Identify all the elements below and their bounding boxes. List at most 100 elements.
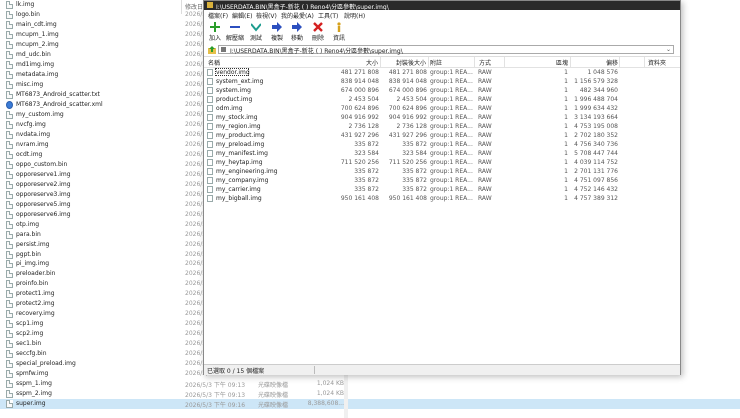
column-divider[interactable] [428,57,429,67]
archive-row[interactable]: my_bigball.img 950 161 408 950 161 408 grou… [204,194,680,203]
col-offset[interactable]: 偏移 [606,58,618,67]
test-button[interactable]: 測試 [249,22,263,42]
file-name: opporeserve6.img [16,210,71,218]
col-method[interactable]: 方式 [479,58,491,67]
explorer-file-row[interactable]: sspm_1.img 2026/5/3 下午 09:13 光碟映像檔 1,024 KB [0,379,740,389]
entry-name: my_preload.img [216,141,265,148]
entry-size: 335 872 [354,177,379,184]
file-icon [6,140,13,149]
entry-size: 481 271 808 [340,69,379,76]
file-name: md1img.img [16,60,55,68]
entry-method: RAW [478,168,492,175]
entry-method: RAW [478,87,492,94]
archive-row[interactable]: my_manifest.img 323 584 323 584 group:1 REA… [204,149,680,158]
col-size[interactable]: 大小 [366,58,378,67]
entry-comment: group:1 REA... [430,87,473,94]
file-icon [6,350,13,359]
delete-button[interactable]: 刪除 [311,22,325,42]
col-comment[interactable]: 附註 [430,58,442,67]
archive-row[interactable]: system_ext.img 838 914 048 838 914 048 grou… [204,77,680,86]
file-icon [6,130,13,139]
entry-size: 335 872 [354,186,379,193]
archive-row[interactable]: my_preload.img 335 872 335 872 group:1 REA.… [204,140,680,149]
add-button[interactable]: 加入 [208,22,222,42]
move-button[interactable]: 移動 [290,22,304,42]
move-button-label: 移動 [290,35,303,42]
file-icon [6,200,13,209]
archive-row[interactable]: my_region.img 2 736 128 2 736 128 group:1 R… [204,122,680,131]
file-name: nvdata.img [16,130,51,138]
file-date: 2026/5/3 下午 09:13 [185,392,246,400]
title-bar[interactable]: I:\USERDATA.BIN\黑盒子-新花 ( ) Reno4\分區參數\su… [204,1,680,11]
file-icon [207,87,213,94]
entry-packed-size: 674 000 896 [388,87,427,94]
menu-tools[interactable]: 工具(T) [318,11,338,20]
file-icon [207,69,213,76]
menu-view[interactable]: 檢視(V) [256,11,277,20]
entry-offset: 4 752 146 432 [574,186,618,193]
entry-comment: group:1 REA... [430,114,473,121]
col-block[interactable]: 區塊 [556,58,568,67]
archive-row[interactable]: my_carrier.img 335 872 335 872 group:1 REA.… [204,185,680,194]
entry-packed-size: 335 872 [402,141,427,148]
entry-name: my_bigball.img [216,195,262,202]
file-size: 1,024 KB [316,390,344,398]
file-icon [6,150,13,159]
col-name[interactable]: 名稱 [208,58,220,67]
path-input[interactable]: I:\USERDATA.BIN\黑盒子-新花 ( ) Reno4\分區參數\su… [218,45,674,55]
archive-row[interactable]: my_heytap.img 711 520 256 711 520 256 group… [204,158,680,167]
file-icon [6,400,13,409]
col-folder[interactable]: 資料夾 [648,58,666,67]
entry-method: RAW [478,114,492,121]
column-divider[interactable] [474,57,475,67]
entry-method: RAW [478,150,492,157]
archive-row[interactable]: my_company.img 335 872 335 872 group:1 REA.… [204,176,680,185]
file-icon [6,170,13,179]
double-arrow-icon [272,22,282,32]
file-name: opporeserve5.img [16,200,71,208]
entry-block: 1 [564,177,568,184]
entry-method: RAW [478,159,492,166]
explorer-file-row[interactable]: sspm_2.img 2026/5/3 下午 09:13 光碟映像檔 1,024 KB [0,389,740,399]
explorer-file-row[interactable]: super.img 2026/5/3 下午 09:16 光碟映像檔 8,388,608… [0,399,740,410]
extract-button[interactable]: 解壓縮 [226,22,244,42]
menu-edit[interactable]: 編輯(E) [232,11,252,20]
entry-offset: 1 996 488 704 [574,96,618,103]
file-name: oppo_custom.bin [16,160,68,168]
file-icon [6,1,13,9]
file-icon [207,105,213,112]
delete-button-label: 刪除 [311,35,324,42]
column-divider[interactable] [619,57,620,67]
file-name: spmfw.img [16,370,49,378]
address-bar: I:\USERDATA.BIN\黑盒子-新花 ( ) Reno4\分區參數\su… [204,44,680,57]
menu-favorites[interactable]: 我的最愛(A) [281,11,314,20]
chevron-down-icon[interactable]: ⌄ [666,46,671,53]
col-packed[interactable]: 封裝後大小 [396,58,426,67]
archive-row[interactable]: my_engineering.img 335 872 335 872 group:1 … [204,167,680,176]
info-button[interactable]: 資訊 [332,22,346,42]
column-divider[interactable] [504,57,505,67]
menu-file[interactable]: 檔案(F) [208,11,228,20]
file-name: seccfg.bin [16,350,47,358]
column-divider[interactable] [380,57,381,67]
file-icon [6,100,13,109]
file-name: opporeserve2.img [16,180,71,188]
file-icon [6,20,13,29]
up-folder-icon[interactable] [208,46,216,54]
archive-row[interactable]: odm.img 700 624 896 700 624 896 group:1 REA… [204,104,680,113]
menu-help[interactable]: 說明(H) [344,11,365,20]
entry-comment: group:1 REA... [430,78,473,85]
entry-offset: 4 757 389 312 [574,195,618,202]
column-divider[interactable] [644,57,645,67]
archive-row[interactable]: product.img 2 453 504 2 453 504 group:1 REA… [204,95,680,104]
file-icon [6,180,13,189]
copy-button[interactable]: 複製 [270,22,284,42]
entry-comment: group:1 REA... [430,141,473,148]
file-icon [6,10,13,19]
archive-row[interactable]: my_product.img 431 927 296 431 927 296 grou… [204,131,680,140]
file-icon [6,90,13,99]
archive-row[interactable]: system.img 674 000 896 674 000 896 group:1 … [204,86,680,95]
archive-row[interactable]: vendor.img 481 271 808 481 271 808 group:1 … [204,68,680,77]
archive-row[interactable]: my_stock.img 904 916 992 904 916 992 group:… [204,113,680,122]
column-divider[interactable] [570,57,571,67]
